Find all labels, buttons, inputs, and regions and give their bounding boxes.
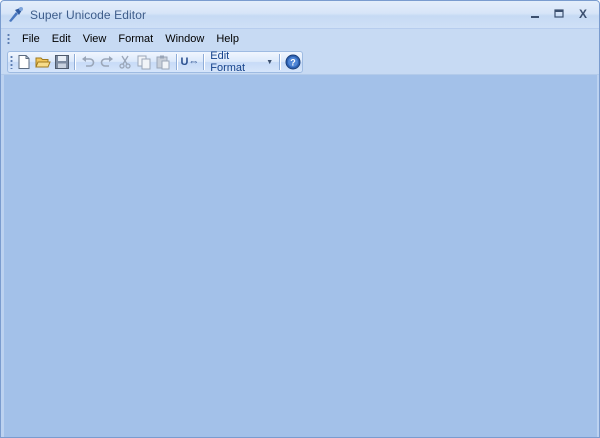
toolbar-separator (175, 54, 177, 70)
paste-button[interactable] (154, 52, 173, 72)
close-button[interactable]: X (573, 5, 593, 23)
menu-view[interactable]: View (77, 29, 113, 49)
menu-format[interactable]: Format (112, 29, 159, 49)
redo-icon (100, 56, 113, 67)
new-file-icon (18, 55, 30, 69)
open-folder-icon (35, 57, 51, 68)
edit-format-dropdown[interactable]: Edit Format ▼ (207, 50, 276, 74)
toolbar-separator (74, 54, 76, 70)
menu-file[interactable]: File (16, 29, 46, 49)
window-controls: X (525, 5, 593, 23)
menu-window[interactable]: Window (159, 29, 210, 49)
menu-help[interactable]: Help (210, 29, 245, 49)
paste-icon (156, 55, 170, 70)
copy-icon (137, 55, 151, 70)
edit-format-label: Edit Format (210, 50, 246, 74)
new-file-button[interactable] (15, 52, 34, 72)
maximize-icon (554, 9, 564, 18)
cut-icon (119, 55, 132, 69)
window-title: Super Unicode Editor (30, 7, 147, 22)
undo-button[interactable] (78, 52, 97, 72)
minimize-icon (531, 16, 539, 18)
chevron-down-icon: ▼ (266, 58, 274, 66)
toolbar-grip[interactable] (10, 55, 13, 69)
menu-edit[interactable]: Edit (46, 29, 77, 49)
help-icon: ? (285, 54, 301, 70)
open-button[interactable] (34, 52, 53, 72)
minimize-button[interactable] (525, 5, 545, 23)
save-button[interactable] (53, 52, 72, 72)
copy-button[interactable] (135, 52, 154, 72)
redo-button[interactable] (97, 52, 116, 72)
unicode-convert-button[interactable]: U⇔ (180, 52, 201, 72)
mdi-workspace[interactable] (4, 75, 598, 437)
unicode-convert-icon: U⇔ (180, 56, 200, 68)
undo-icon (81, 56, 95, 67)
toolbar-strip: U⇔ Edit Format ▼ ? (1, 49, 599, 75)
svg-text:?: ? (290, 58, 296, 68)
maximize-button[interactable] (549, 5, 569, 23)
app-logo-icon (6, 5, 26, 25)
menu-bar: File Edit View Format Window Help (1, 29, 599, 49)
cut-button[interactable] (116, 52, 135, 72)
app-window: Super Unicode Editor X File Edit View Fo… (0, 0, 600, 438)
title-bar[interactable]: Super Unicode Editor X (1, 1, 599, 29)
help-button[interactable]: ? (283, 52, 302, 72)
standard-toolbar: U⇔ Edit Format ▼ ? (7, 50, 303, 74)
save-icon (54, 55, 69, 69)
toolbar-separator (279, 54, 281, 70)
toolbar-separator (203, 54, 205, 70)
menubar-grip[interactable] (7, 33, 10, 45)
mdi-right-border (597, 75, 599, 437)
